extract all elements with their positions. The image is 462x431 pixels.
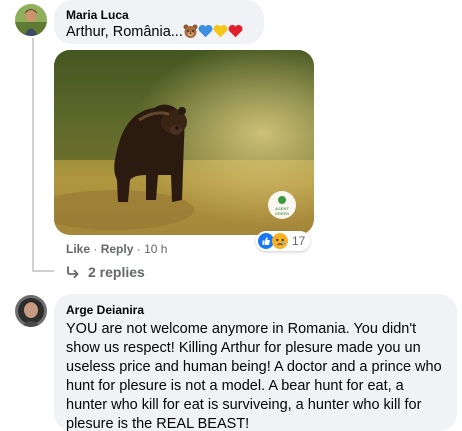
like-button[interactable]: Like (66, 242, 90, 256)
comment-bubble-maria: Maria Luca Arthur, România... (54, 0, 264, 44)
comment-text: YOU are not welcome anymore in Romania. … (66, 321, 442, 431)
sad-reaction-icon (272, 233, 288, 249)
thread-line-branch (32, 270, 54, 272)
avatar-arge-deianira[interactable] (15, 295, 47, 327)
separator: · (136, 242, 141, 256)
view-replies-button[interactable]: 2 replies (66, 264, 145, 280)
red-heart-emoji (228, 24, 243, 44)
comment-bubble-arge: Arge Deianira YOU are not welcome anymor… (54, 294, 457, 431)
reaction-count: 17 (292, 234, 306, 248)
comment-text: Arthur, România... (66, 23, 252, 44)
separator: · (93, 242, 98, 256)
bear-emoji (183, 24, 198, 44)
comment-actions: Like · Reply · 10 h (66, 241, 167, 257)
comment-photo[interactable]: AGENT GREEN (54, 50, 314, 235)
reply-button[interactable]: Reply (101, 242, 134, 256)
avatar-maria-luca[interactable] (15, 4, 47, 36)
comment-author[interactable]: Arge Deianira (66, 302, 445, 318)
yellow-heart-emoji (213, 24, 228, 44)
agent-green-watermark: AGENT GREEN (268, 191, 296, 219)
replies-label: 2 replies (88, 264, 145, 280)
reply-arrow-icon (67, 266, 79, 278)
comment-timestamp[interactable]: 10 h (144, 242, 167, 256)
thread-line-vertical (32, 38, 34, 272)
comment-author[interactable]: Maria Luca (66, 7, 252, 23)
blue-heart-emoji (198, 24, 213, 44)
svg-text:GREEN: GREEN (275, 211, 289, 216)
reactions-summary[interactable]: 17 (256, 231, 311, 251)
